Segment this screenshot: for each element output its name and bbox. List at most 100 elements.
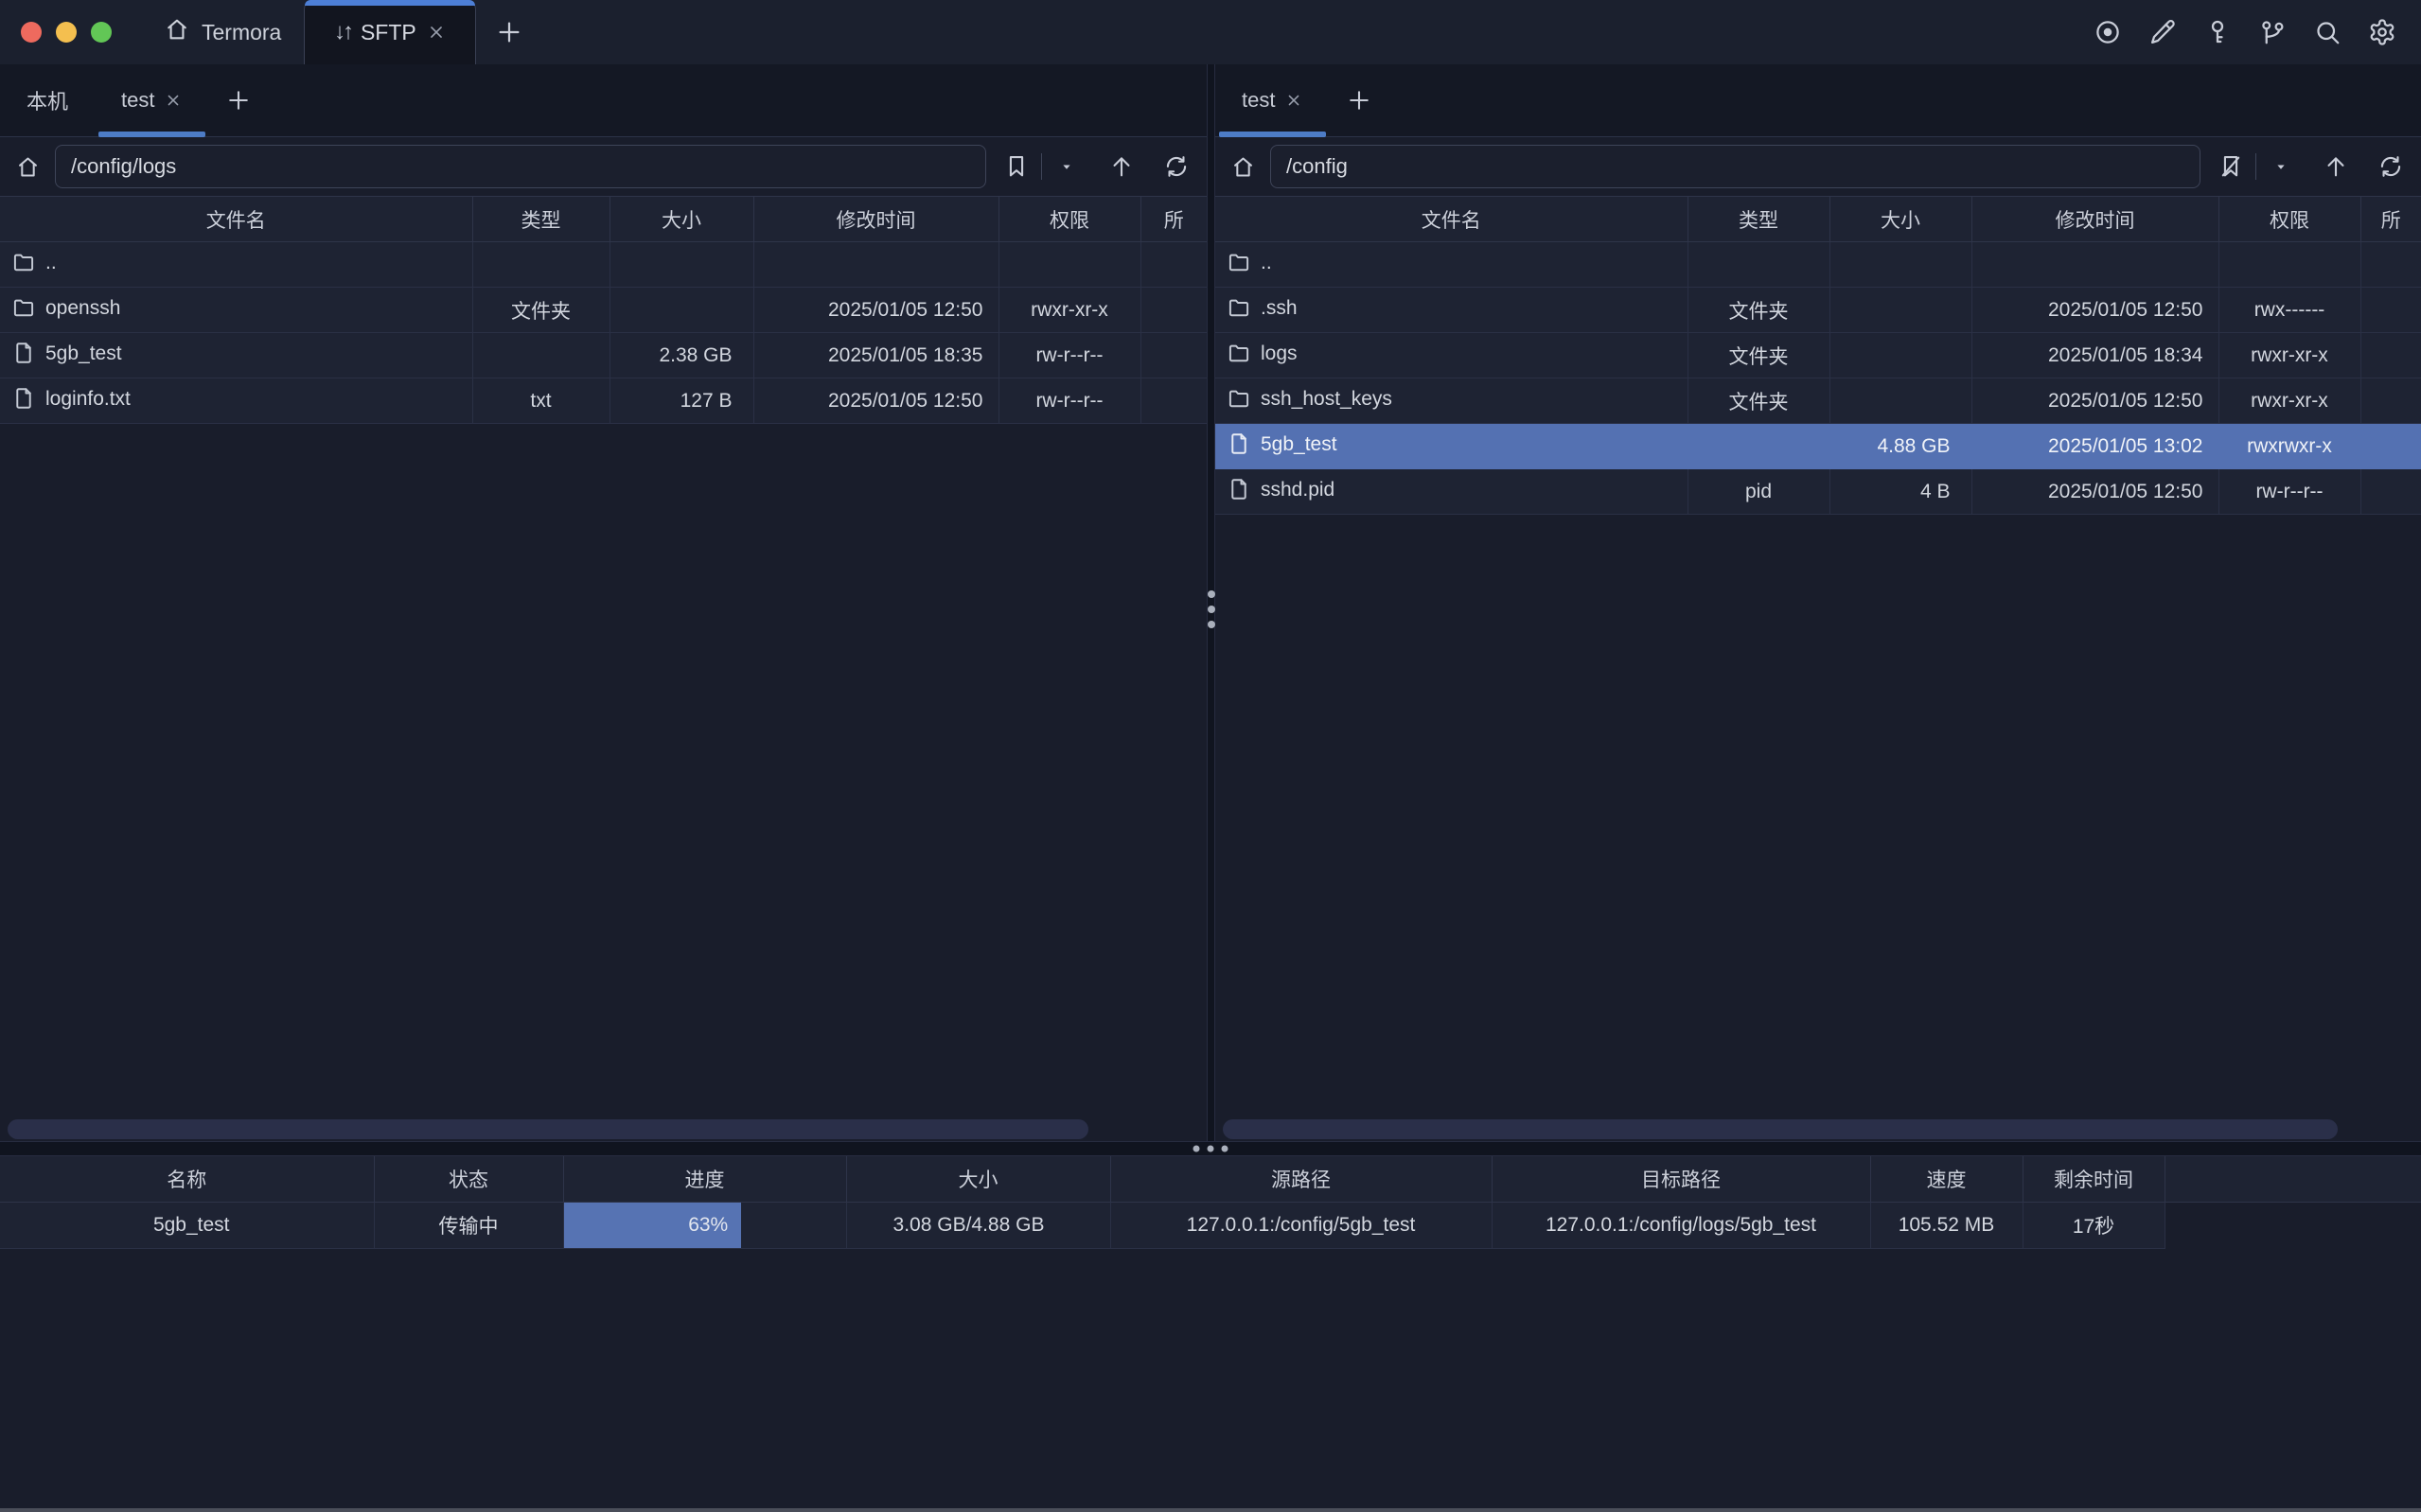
transfer-source-cell: 127.0.0.1:/config/5gb_test (1110, 1202, 1492, 1248)
tab-sftp-label: SFTP (361, 20, 416, 45)
home-directory-button[interactable] (0, 154, 55, 180)
file-row[interactable]: .. (0, 242, 1207, 288)
splitter-grip-icon (1208, 590, 1215, 628)
chevron-down-icon[interactable] (2264, 158, 2298, 175)
column-header[interactable]: 类型 (472, 197, 610, 242)
file-name-cell: 5gb_test (0, 333, 472, 378)
pane-tab-label: test (1242, 88, 1275, 113)
file-cell: rwx------ (2218, 288, 2360, 333)
transfer-column-header[interactable]: 目标路径 (1492, 1156, 1870, 1202)
folder-icon (1227, 250, 1251, 280)
search-icon[interactable] (2313, 18, 2341, 46)
file-cell (472, 333, 610, 378)
file-cell (2360, 333, 2421, 378)
splitter-grip-icon (1193, 1146, 1228, 1152)
file-cell (610, 242, 753, 288)
refresh-icon[interactable] (2374, 153, 2408, 180)
tab-close-icon[interactable] (164, 91, 183, 110)
column-header[interactable]: 大小 (610, 197, 753, 242)
left-horizontal-scrollbar[interactable] (8, 1119, 1088, 1139)
transfer-splitter[interactable] (0, 1141, 2421, 1156)
go-up-icon[interactable] (2319, 153, 2353, 180)
left-add-tab-button[interactable] (209, 64, 268, 136)
file-cell (1971, 242, 2218, 288)
file-cell: rw-r--r-- (998, 378, 1140, 424)
column-header[interactable]: 类型 (1688, 197, 1829, 242)
file-row[interactable]: .. (1215, 242, 2421, 288)
file-name-cell: ssh_host_keys (1215, 378, 1688, 424)
transfer-row[interactable]: 5gb_test传输中63%3.08 GB/4.88 GB127.0.0.1:/… (0, 1202, 2421, 1248)
right-add-tab-button[interactable] (1330, 64, 1388, 136)
file-row[interactable]: loginfo.txttxt127 B2025/01/05 12:50rw-r-… (0, 378, 1207, 424)
left-file-table: 文件名类型大小修改时间权限所..openssh文件夹2025/01/05 12:… (0, 196, 1207, 424)
column-header[interactable]: 文件名 (0, 197, 472, 242)
file-cell: rwxr-xr-x (2218, 378, 2360, 424)
go-up-icon[interactable] (1104, 153, 1139, 180)
column-header[interactable]: 修改时间 (1971, 197, 2218, 242)
edit-icon[interactable] (2148, 18, 2177, 46)
transfer-speed-cell: 105.52 MB (1870, 1202, 2023, 1248)
column-header[interactable]: 所 (2360, 197, 2421, 242)
right-horizontal-scrollbar[interactable] (1223, 1119, 2338, 1139)
close-window-button[interactable] (21, 22, 42, 43)
file-row[interactable]: 5gb_test4.88 GB2025/01/05 13:02rwxrwxr-x (1215, 424, 2421, 469)
file-icon (11, 386, 36, 416)
bookmark-icon[interactable] (999, 153, 1034, 180)
column-header[interactable]: 权限 (998, 197, 1140, 242)
keychain-icon[interactable] (2258, 18, 2287, 46)
refresh-icon[interactable] (1159, 153, 1193, 180)
tab-close-icon[interactable] (426, 22, 447, 43)
titlebar: Termora ↓↑ SFTP (0, 0, 2421, 64)
home-tab[interactable]: Termora (164, 0, 281, 64)
sftp-panes: 本机test 文件名类型大小修改时间权限所..openssh文件夹2025/01… (0, 64, 2421, 1141)
file-cell: 文件夹 (1688, 333, 1829, 378)
file-cell: 4 B (1829, 469, 1971, 515)
transfer-column-header[interactable]: 源路径 (1110, 1156, 1492, 1202)
left-path-input[interactable] (55, 145, 986, 188)
transfer-column-header[interactable]: 速度 (1870, 1156, 2023, 1202)
transfer-column-header[interactable]: 大小 (846, 1156, 1110, 1202)
settings-icon[interactable] (2368, 18, 2396, 46)
file-name-cell: logs (1215, 333, 1688, 378)
file-cell (998, 242, 1140, 288)
new-tab-button[interactable] (495, 0, 523, 64)
right-path-input[interactable] (1270, 145, 2200, 188)
file-cell (610, 288, 753, 333)
zoom-window-button[interactable] (91, 22, 112, 43)
file-icon (11, 341, 36, 371)
pane-tab-本机[interactable]: 本机 (0, 64, 95, 136)
app-window: Termora ↓↑ SFTP 本机test (0, 0, 2421, 1512)
chevron-down-icon[interactable] (1050, 158, 1084, 175)
column-header[interactable]: 权限 (2218, 197, 2360, 242)
file-row[interactable]: .ssh文件夹2025/01/05 12:50rwx------ (1215, 288, 2421, 333)
column-header[interactable]: 所 (1140, 197, 1207, 242)
transfer-column-header[interactable]: 名称 (0, 1156, 374, 1202)
column-header[interactable]: 大小 (1829, 197, 1971, 242)
pane-splitter[interactable] (1207, 64, 1215, 1141)
tab-close-icon[interactable] (1284, 91, 1303, 110)
left-toolbar (0, 137, 1207, 196)
transfer-column-header[interactable]: 剩余时间 (2023, 1156, 2165, 1202)
file-row[interactable]: 5gb_test2.38 GB2025/01/05 18:35rw-r--r-- (0, 333, 1207, 378)
file-cell (2360, 424, 2421, 469)
column-header[interactable]: 修改时间 (753, 197, 998, 242)
file-cell: rw-r--r-- (2218, 469, 2360, 515)
file-cell (2360, 242, 2421, 288)
home-directory-button[interactable] (1215, 154, 1270, 180)
minimize-window-button[interactable] (56, 22, 77, 43)
file-row[interactable]: sshd.pidpid4 B2025/01/05 12:50rw-r--r-- (1215, 469, 2421, 515)
file-row[interactable]: logs文件夹2025/01/05 18:34rwxr-xr-x (1215, 333, 2421, 378)
transfer-status-cell: 传输中 (374, 1202, 563, 1248)
transfer-column-header[interactable]: 进度 (563, 1156, 846, 1202)
file-name-cell: 5gb_test (1215, 424, 1688, 469)
bookmark-slash-icon[interactable] (2214, 153, 2248, 180)
pane-tab-test[interactable]: test (1215, 64, 1330, 136)
record-icon[interactable] (2094, 18, 2122, 46)
pane-tab-test[interactable]: test (95, 64, 209, 136)
tab-sftp[interactable]: ↓↑ SFTP (304, 0, 476, 64)
file-row[interactable]: ssh_host_keys文件夹2025/01/05 12:50rwxr-xr-… (1215, 378, 2421, 424)
column-header[interactable]: 文件名 (1215, 197, 1688, 242)
file-row[interactable]: openssh文件夹2025/01/05 12:50rwxr-xr-x (0, 288, 1207, 333)
transfer-column-header[interactable]: 状态 (374, 1156, 563, 1202)
key-icon[interactable] (2203, 18, 2232, 46)
